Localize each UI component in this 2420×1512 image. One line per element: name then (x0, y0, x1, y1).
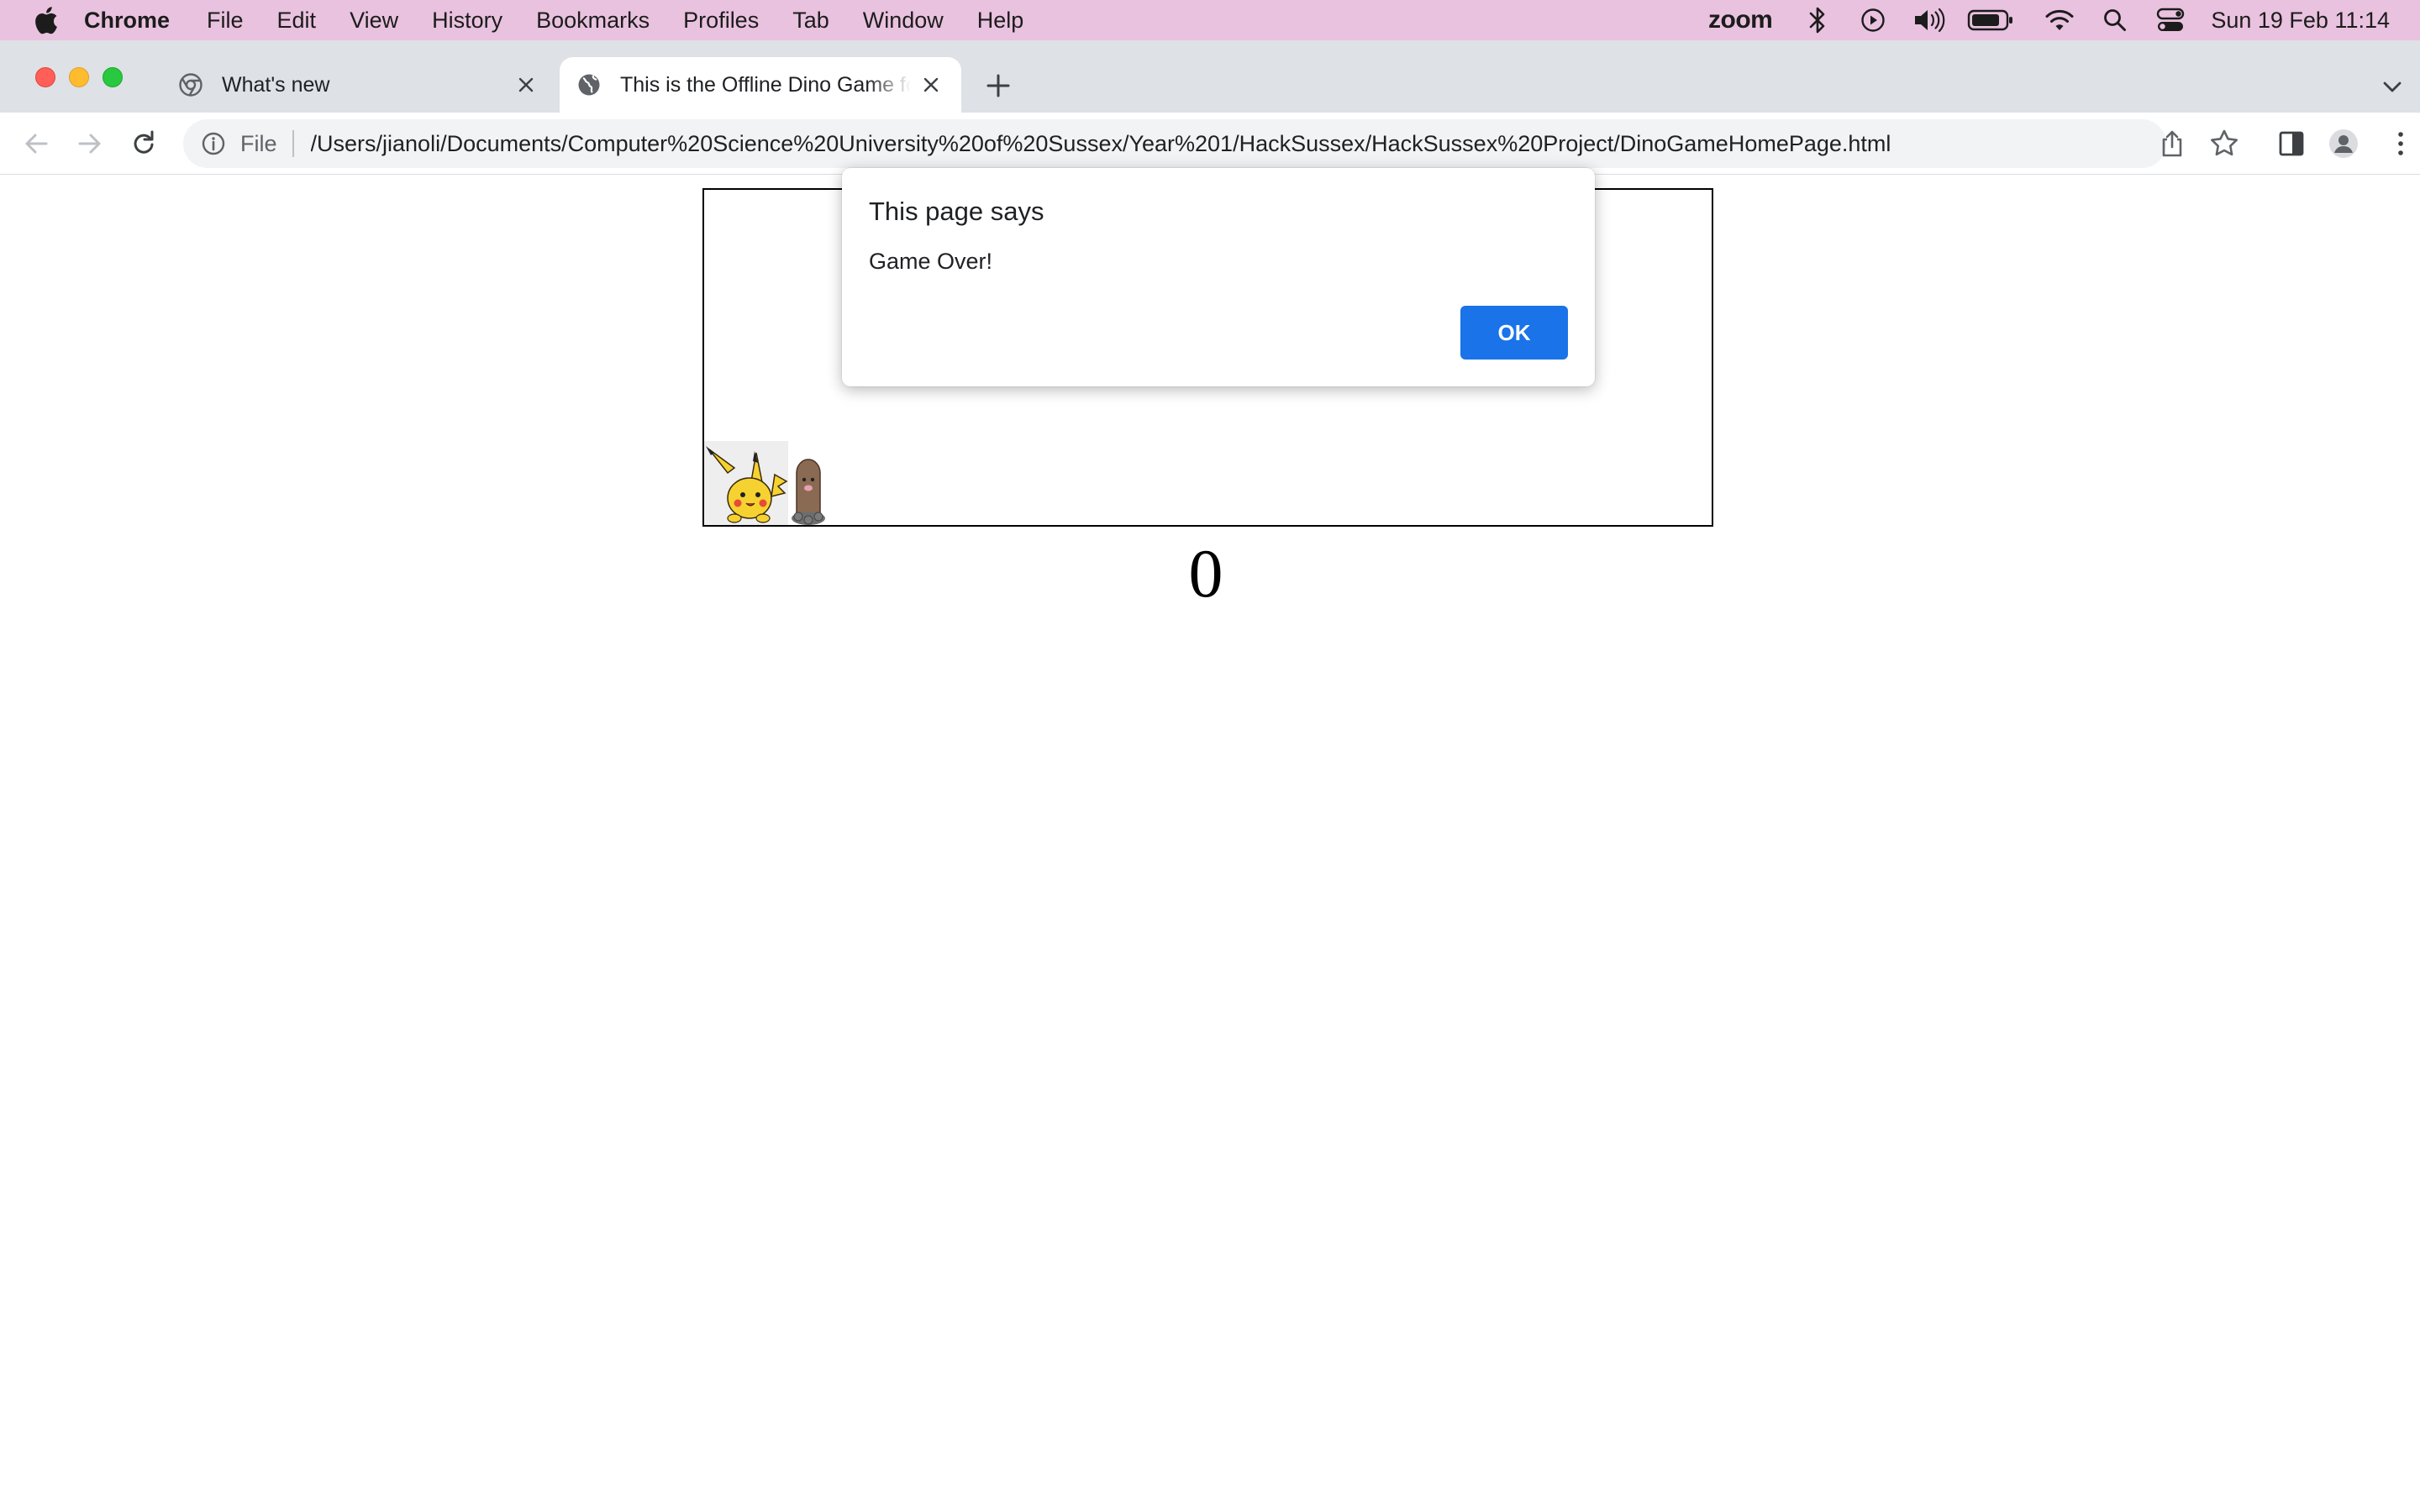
apple-logo-icon[interactable] (32, 5, 59, 35)
tab-title: This is the Offline Dino Game for HackSu… (620, 72, 911, 97)
profile-avatar-icon[interactable] (2328, 128, 2360, 160)
new-tab-plus-icon[interactable] (983, 71, 1013, 101)
forward-arrow-icon[interactable] (74, 128, 106, 160)
alert-dialog: This page says Game Over! OK (842, 168, 1595, 386)
minimize-window-button[interactable] (69, 67, 89, 87)
score-counter: 0 (1188, 535, 1223, 612)
menu-file[interactable]: File (207, 8, 244, 34)
close-tab-icon[interactable] (514, 73, 538, 97)
menu-history[interactable]: History (432, 8, 502, 34)
bookmark-star-icon[interactable] (2208, 128, 2240, 160)
menubar-clock[interactable]: Sun 19 Feb 11:14 (2211, 8, 2390, 34)
diglett-obstacle-sprite (792, 459, 825, 525)
tab-title: What's new (222, 72, 330, 97)
menu-profiles[interactable]: Profiles (683, 8, 759, 34)
status-area: zoom Sun 19 Feb 11:14 (1708, 0, 2420, 40)
tab-search-chevron-icon[interactable] (2380, 74, 2405, 99)
address-bar[interactable]: File /Users/jianoli/Documents/Computer%2… (183, 119, 2166, 168)
menu-tab[interactable]: Tab (792, 8, 829, 34)
spotlight-search-icon[interactable] (2098, 3, 2132, 37)
site-info-icon[interactable] (200, 130, 227, 157)
url-scheme-label: File (240, 130, 277, 156)
macos-menu-bar: Chrome File Edit View History Bookmarks … (0, 0, 2420, 40)
bluetooth-icon[interactable] (1801, 3, 1834, 37)
reload-icon[interactable] (128, 128, 160, 160)
pikachu-player-sprite (704, 441, 788, 525)
globe-icon (578, 74, 600, 96)
omnibox-separator (292, 130, 294, 157)
wifi-icon[interactable] (2043, 3, 2076, 37)
now-playing-icon[interactable] (1856, 3, 1890, 37)
browser-toolbar: File /Users/jianoli/Documents/Computer%2… (0, 113, 2420, 175)
zoom-window-button[interactable] (103, 67, 123, 87)
tab-strip: What's new This is the Offline Dino Game… (0, 40, 2420, 113)
menu-window[interactable]: Window (863, 8, 944, 34)
ok-button[interactable]: OK (1460, 306, 1568, 360)
close-window-button[interactable] (35, 67, 55, 87)
dialog-title: This page says (869, 197, 1044, 226)
close-tab-icon[interactable] (919, 73, 943, 97)
tab-dino-game[interactable]: This is the Offline Dino Game for HackSu… (560, 57, 961, 113)
chrome-icon (179, 73, 203, 97)
battery-icon[interactable] (1967, 3, 2014, 37)
menu-view[interactable]: View (350, 8, 398, 34)
side-panel-icon[interactable] (2275, 128, 2307, 160)
tab-whats-new[interactable]: What's new (161, 57, 556, 113)
more-menu-icon[interactable] (2385, 128, 2417, 160)
menu-app-name[interactable]: Chrome (84, 8, 170, 34)
zoom-status-item[interactable]: zoom (1708, 6, 1773, 34)
volume-icon[interactable] (1912, 3, 1945, 37)
back-arrow-icon[interactable] (20, 128, 52, 160)
dialog-message: Game Over! (869, 249, 993, 274)
url-text[interactable]: /Users/jianoli/Documents/Computer%20Scie… (311, 131, 1891, 157)
menu-edit[interactable]: Edit (277, 8, 317, 34)
menu-help[interactable]: Help (977, 8, 1024, 34)
control-center-icon[interactable] (2154, 3, 2187, 37)
share-icon[interactable] (2156, 128, 2188, 160)
menu-bookmarks[interactable]: Bookmarks (536, 8, 650, 34)
